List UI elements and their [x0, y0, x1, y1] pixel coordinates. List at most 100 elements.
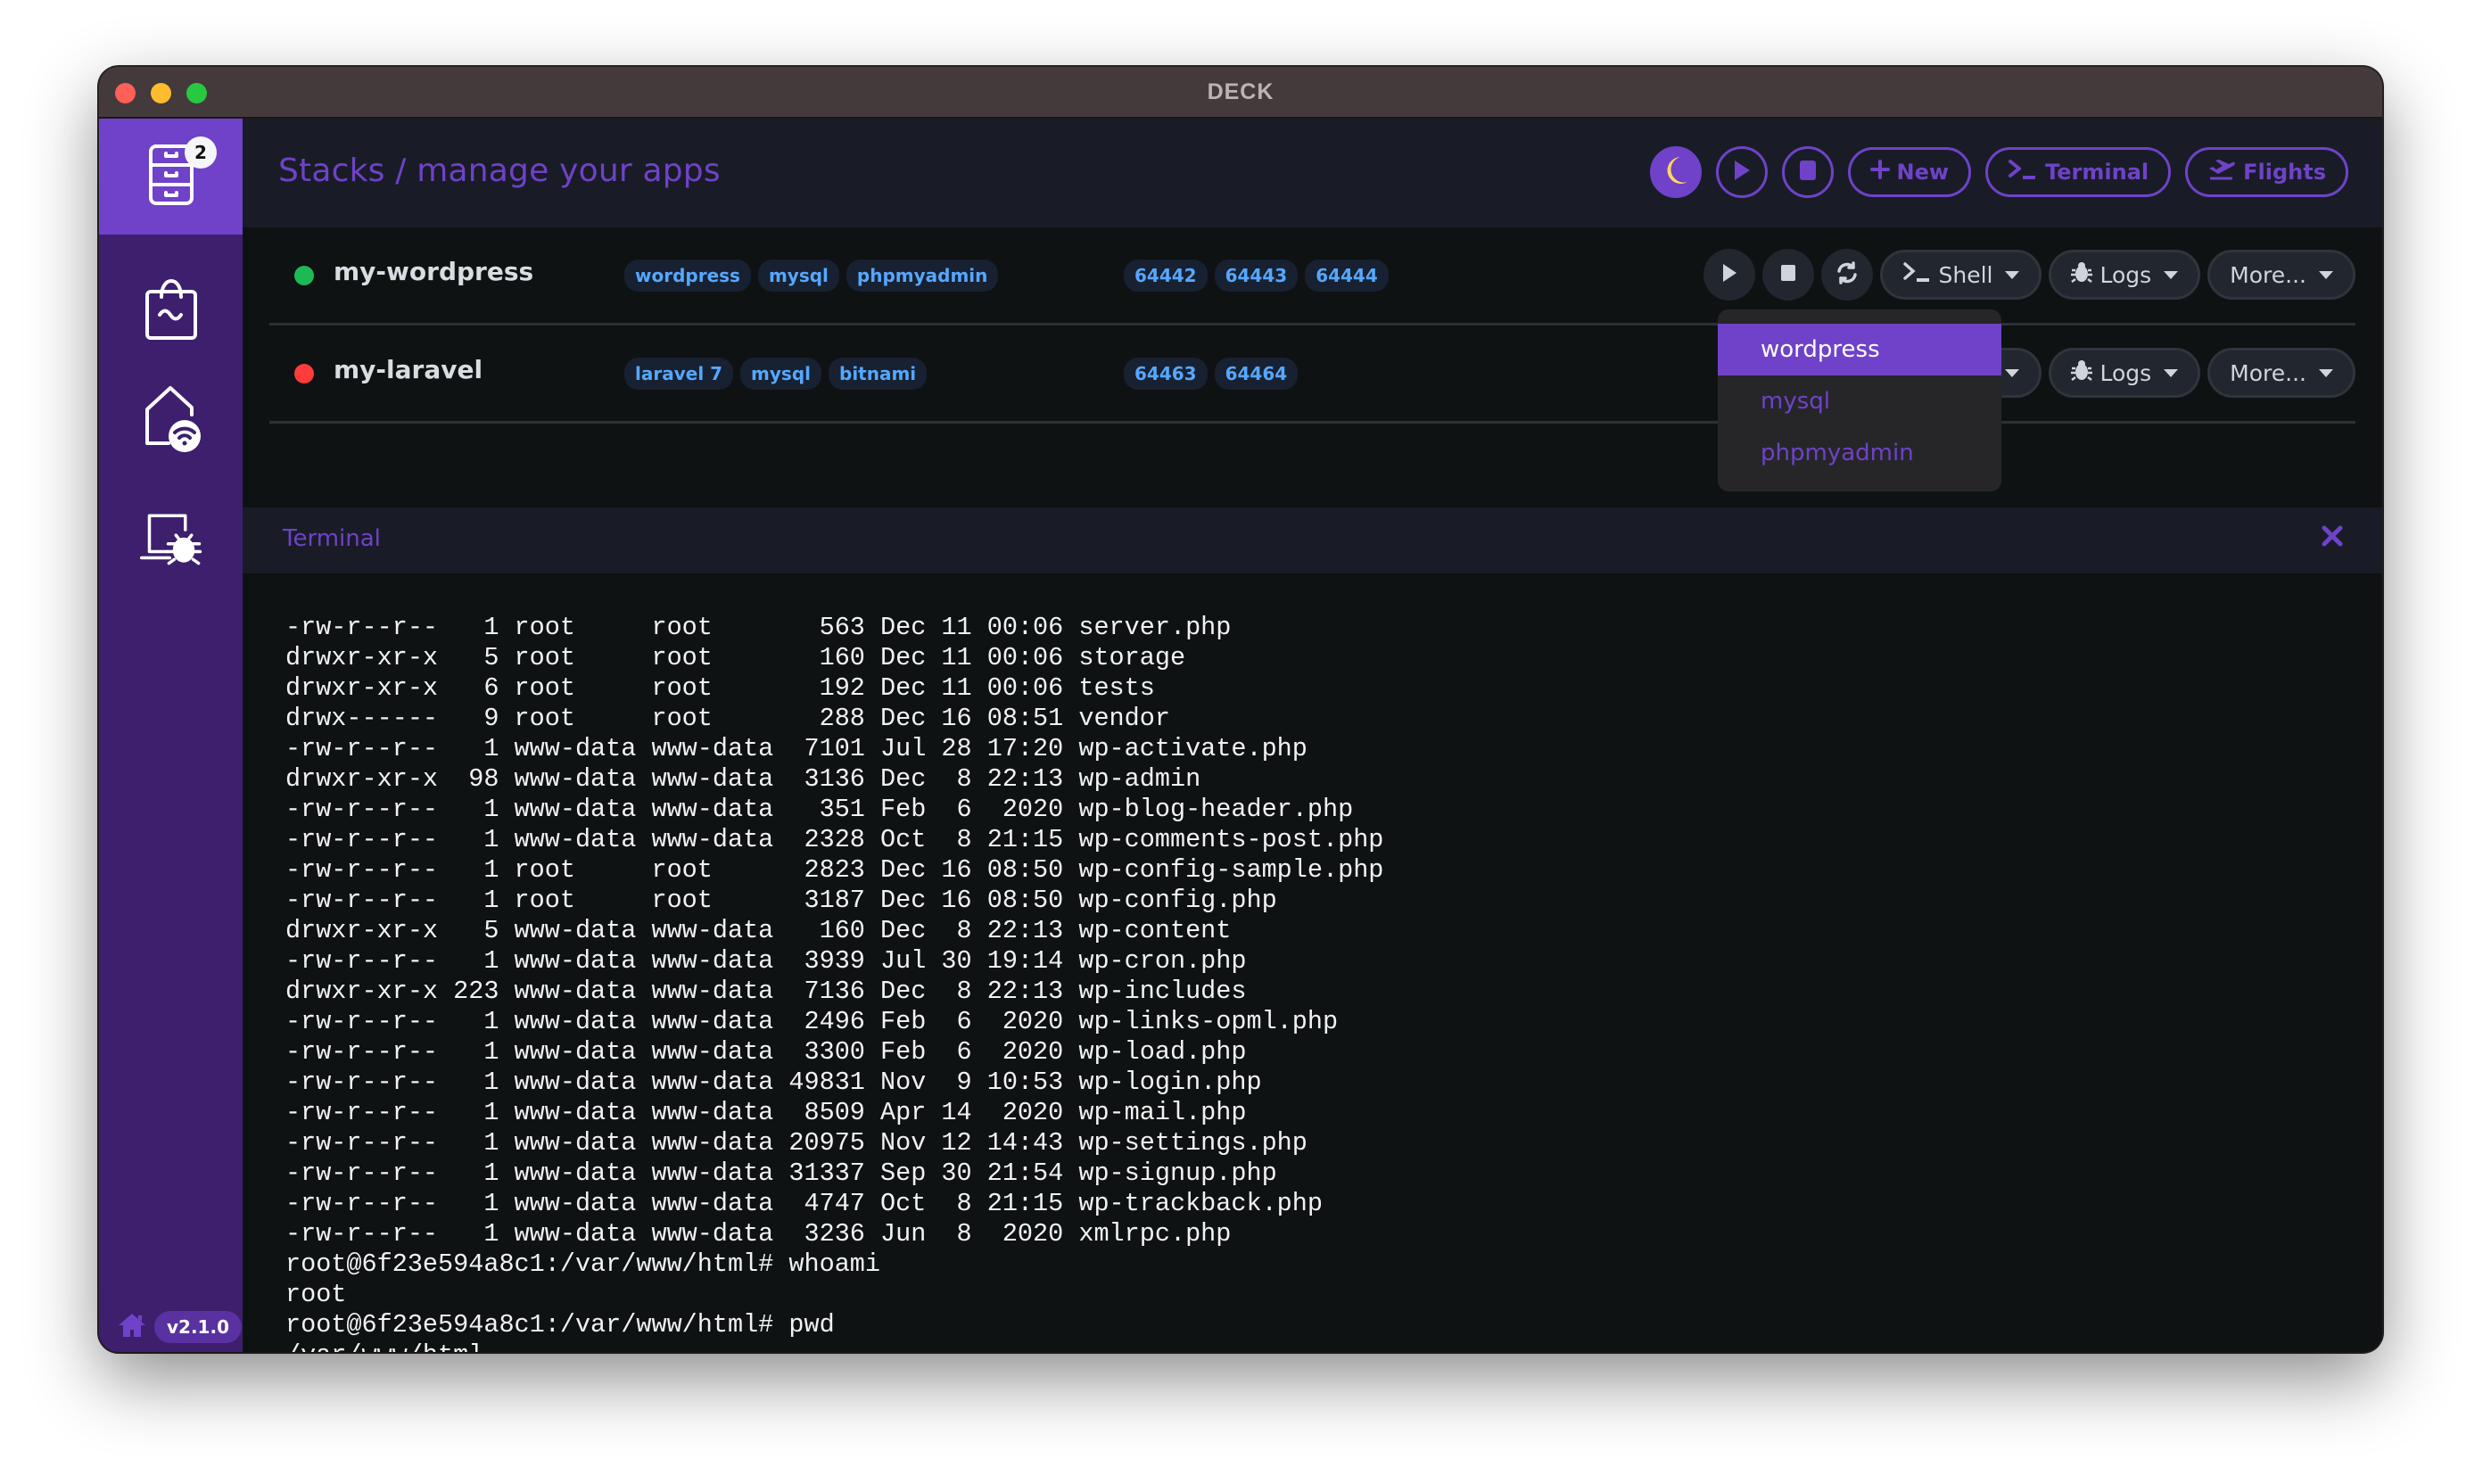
terminal-line: -rw-r--r-- 1 www-data www-data 8509 Apr …	[285, 1098, 1247, 1127]
shell-dropdown-menu: wordpress mysql phpmyadmin	[1718, 309, 2001, 491]
service-tag: bitnami	[829, 358, 928, 390]
terminal-line: root@6f23e594a8c1:/var/www/html# pwd	[285, 1310, 835, 1340]
terminal-prompt-icon	[2008, 159, 2038, 186]
more-dropdown-button[interactable]: More...	[2207, 250, 2355, 300]
caret-down-icon	[2164, 368, 2179, 377]
flights-button[interactable]: Flights	[2185, 147, 2348, 197]
terminal-line: root	[285, 1280, 347, 1309]
terminal-line: -rw-r--r-- 1 www-data www-data 3236 Jun …	[285, 1219, 1232, 1249]
terminal-panel-header: Terminal	[243, 507, 2382, 573]
terminal-button[interactable]: Terminal	[1985, 147, 2172, 197]
window-title: DECK	[1207, 79, 1274, 104]
terminal-line: -rw-r--r-- 1 www-data www-data 351 Feb 6…	[285, 795, 1354, 824]
service-tags: laravel 7 mysql bitnami	[624, 358, 928, 390]
terminal-line: drwxr-xr-x 6 root root 192 Dec 11 00:06 …	[285, 673, 1155, 703]
sidebar-item-debug[interactable]	[99, 480, 243, 596]
page-header: Stacks / manage your apps New Terminal F…	[243, 119, 2382, 227]
airplane-departure-icon	[2207, 158, 2236, 186]
status-stopped-dot	[294, 364, 314, 383]
shell-option-phpmyadmin[interactable]: phpmyadmin	[1718, 427, 2001, 479]
terminal-line: root@6f23e594a8c1:/var/www/html# whoami	[285, 1249, 881, 1279]
stack-name[interactable]: my-wordpress	[334, 257, 533, 286]
logs-label: Logs	[2099, 359, 2152, 386]
version-badge: v2.1.0	[154, 1311, 242, 1343]
port-tag[interactable]: 64442	[1124, 260, 1208, 292]
terminal-line: -rw-r--r-- 1 www-data www-data 2328 Oct …	[285, 825, 1384, 854]
sidebar-item-network[interactable]	[99, 364, 243, 480]
terminal-title: Terminal	[283, 525, 381, 552]
logs-label: Logs	[2099, 261, 2152, 288]
restart-stack-button[interactable]	[1821, 249, 1874, 301]
sidebar: 2 v2.1.0	[99, 119, 243, 1352]
terminal-line: -rw-r--r-- 1 www-data www-data 4747 Oct …	[285, 1189, 1323, 1218]
terminal-line: drwxr-xr-x 5 root root 160 Dec 11 00:06 …	[285, 643, 1186, 672]
service-tag: mysql	[757, 260, 839, 292]
shell-option-wordpress[interactable]: wordpress	[1718, 324, 2001, 375]
port-tag[interactable]: 64464	[1214, 358, 1299, 390]
terminal-output[interactable]: -rw-r--r-- 1 root root 563 Dec 11 00:06 …	[243, 573, 2382, 1352]
start-stack-button[interactable]	[1703, 249, 1756, 301]
terminal-line: drwxr-xr-x 98 www-data www-data 3136 Dec…	[285, 764, 1201, 794]
page-title: Stacks / manage your apps	[278, 153, 721, 189]
new-stack-button[interactable]: New	[1847, 147, 1972, 197]
terminal-line: -rw-r--r-- 1 www-data www-data 7101 Jul …	[285, 734, 1307, 763]
terminal-line: -rw-r--r-- 1 www-data www-data 3300 Feb …	[285, 1037, 1247, 1067]
caret-down-icon	[2164, 270, 2179, 279]
logs-dropdown-button[interactable]: Logs	[2049, 348, 2201, 398]
terminal-line: drwx------ 9 root root 288 Dec 16 08:51 …	[285, 704, 1170, 733]
terminal-line: /var/www/html	[285, 1340, 2382, 1352]
logs-dropdown-button[interactable]: Logs	[2049, 250, 2201, 300]
caret-down-icon	[2319, 270, 2333, 279]
port-tag[interactable]: 64463	[1124, 358, 1208, 390]
new-button-label: New	[1896, 160, 1950, 185]
terminal-line: -rw-r--r-- 1 root root 563 Dec 11 00:06 …	[285, 613, 1232, 642]
port-tags: 64463 64464	[1124, 358, 1299, 390]
stop-all-button[interactable]	[1781, 146, 1834, 198]
flights-button-label: Flights	[2243, 160, 2326, 185]
shell-option-mysql[interactable]: mysql	[1718, 375, 2001, 427]
more-label: More...	[2230, 261, 2306, 288]
more-dropdown-button[interactable]: More...	[2207, 348, 2355, 398]
service-tag: laravel 7	[624, 358, 734, 390]
header-actions: New Terminal Flights	[1649, 146, 2348, 198]
terminal-line: -rw-r--r-- 1 root root 2823 Dec 16 08:50…	[285, 855, 1384, 885]
service-tags: wordpress mysql phpmyadmin	[624, 260, 999, 292]
sidebar-item-stacks[interactable]: 2	[99, 119, 243, 235]
terminal-line: -rw-r--r-- 1 www-data www-data 2496 Feb …	[285, 1007, 1339, 1036]
caret-down-icon	[2319, 368, 2333, 377]
caret-down-icon	[2005, 368, 2020, 377]
caret-down-icon	[2005, 270, 2020, 279]
theme-toggle-button[interactable]	[1649, 146, 1702, 198]
start-all-button[interactable]	[1715, 146, 1768, 198]
stop-stack-button[interactable]	[1762, 249, 1815, 301]
laptop-bug-icon	[139, 500, 202, 575]
terminal-line: drwxr-xr-x 223 www-data www-data 7136 De…	[285, 977, 1247, 1006]
sidebar-footer: v2.1.0	[117, 1311, 242, 1343]
terminal-prompt-icon	[1902, 261, 1931, 288]
service-tag: wordpress	[624, 260, 751, 292]
refresh-icon	[1835, 261, 1859, 288]
stack-row: my-wordpress wordpress mysql phpmyadmin …	[269, 227, 2355, 326]
main-content: Stacks / manage your apps New Terminal F…	[243, 119, 2382, 1352]
bug-icon	[2071, 260, 2093, 289]
stack-actions: Shell Logs More...	[1703, 249, 2355, 301]
port-tags: 64442 64443 64444	[1124, 260, 1389, 292]
sidebar-item-marketplace[interactable]	[99, 248, 243, 364]
shell-dropdown-button[interactable]: Shell	[1880, 250, 2042, 300]
play-icon	[1720, 262, 1738, 287]
close-terminal-button[interactable]	[2322, 525, 2343, 550]
port-tag[interactable]: 64444	[1305, 260, 1389, 292]
more-label: More...	[2230, 359, 2306, 386]
stop-icon	[1799, 160, 1817, 185]
port-tag[interactable]: 64443	[1214, 260, 1299, 292]
stop-icon	[1780, 264, 1796, 285]
bug-icon	[2071, 359, 2093, 387]
terminal-line: -rw-r--r-- 1 www-data www-data 3939 Jul …	[285, 946, 1247, 976]
status-running-dot	[294, 266, 314, 285]
play-icon	[1732, 159, 1752, 186]
service-tag: phpmyadmin	[846, 260, 999, 292]
app-window: DECK 2 v2.1.0 Stacks / manage your apps …	[99, 67, 2382, 1352]
home-icon[interactable]	[117, 1312, 147, 1342]
stack-name[interactable]: my-laravel	[334, 355, 483, 384]
close-icon	[2322, 525, 2343, 550]
